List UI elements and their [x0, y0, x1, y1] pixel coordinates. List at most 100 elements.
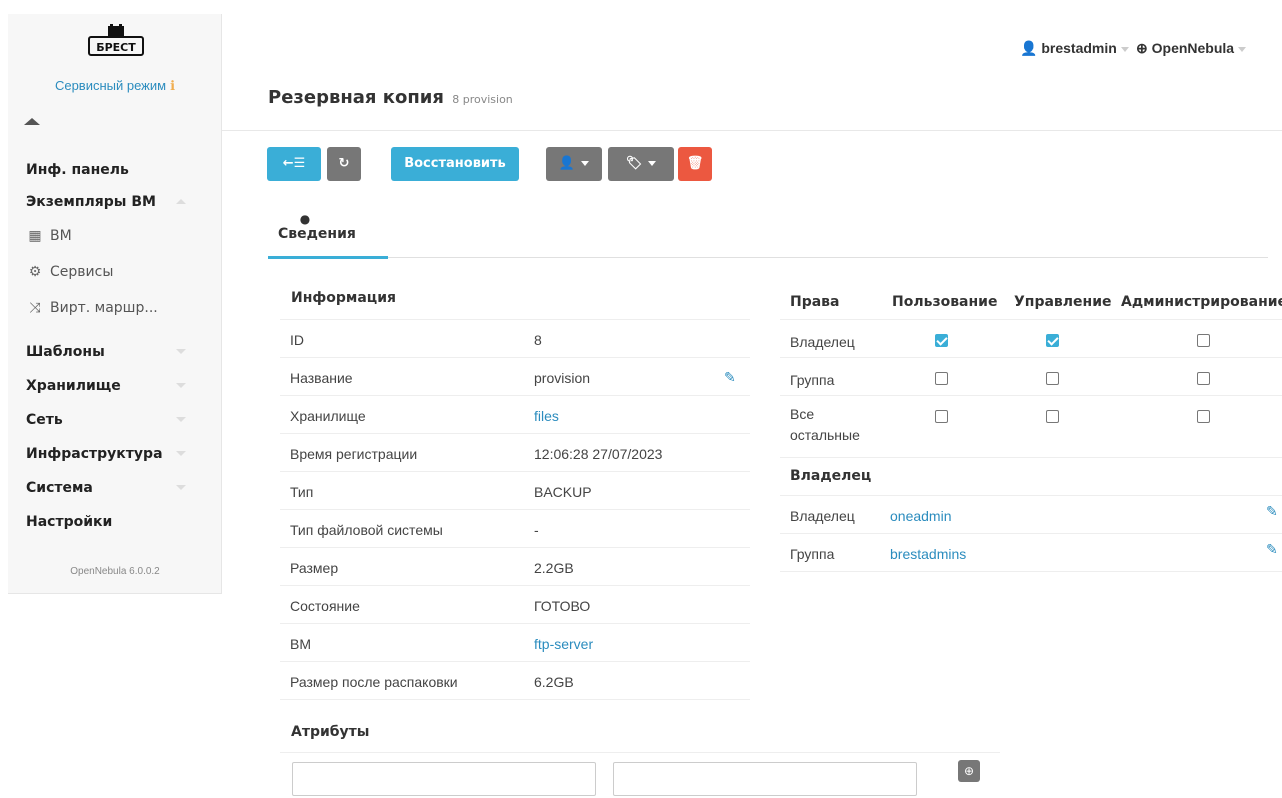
sidebar-item-settings[interactable]: Настройки: [26, 514, 206, 530]
row-key: Тип файловой системы: [290, 522, 443, 538]
delete-button[interactable]: 🗑: [678, 147, 712, 181]
table-row: Время регистрации 12:06:28 27/07/2023: [280, 434, 750, 472]
table-row: ID 8: [280, 320, 750, 358]
row-value: 12:06:28 27/07/2023: [534, 446, 663, 462]
owner-manage-checkbox[interactable]: [1046, 334, 1059, 347]
sidebar-item-system[interactable]: Система: [26, 480, 206, 496]
row-key: Владелец: [790, 508, 855, 524]
chevron-down-icon: [176, 417, 186, 422]
permissions-row-owner: Владелец: [780, 320, 1282, 358]
column-admin: Администрирование: [1121, 294, 1282, 310]
zone-name: OpenNebula: [1151, 40, 1235, 56]
brest-logo-icon: БРЕСТ: [88, 24, 144, 56]
table-row: Тип BACKUP: [280, 472, 750, 510]
chevron-down-icon: [1120, 46, 1129, 52]
random-icon: ⤨: [29, 300, 41, 316]
sidebar-item-label: Настройки: [26, 514, 113, 530]
group-use-checkbox[interactable]: [935, 372, 948, 385]
ownership-header: Владелец: [790, 468, 872, 484]
attribute-value-input[interactable]: [613, 762, 917, 796]
chevron-down-icon: [581, 161, 590, 166]
sidebar-item-label: Шаблоны: [26, 344, 105, 360]
row-value: 2.2GB: [534, 560, 574, 576]
vm-link[interactable]: ftp-server: [534, 636, 593, 652]
sidebar-item-virtual-routers[interactable]: ⤨ Вирт. маршр...: [26, 300, 216, 316]
user-menu[interactable]: 👤 brestadmin: [1020, 40, 1129, 57]
column-manage: Управление: [1014, 294, 1112, 310]
sidebar-item-label: Инф. панель: [26, 162, 129, 178]
sidebar-item-vm-instances[interactable]: Экземпляры ВМ: [26, 194, 206, 210]
chevron-down-icon: [1238, 46, 1247, 52]
restore-label: Восстановить: [404, 156, 506, 171]
row-value: provision: [534, 370, 591, 386]
sidebar-item-dashboard[interactable]: Инф. панель: [26, 162, 206, 178]
sidebar-item-network[interactable]: Сеть: [26, 412, 206, 428]
others-admin-checkbox[interactable]: [1197, 410, 1210, 423]
table-row: Хранилище files: [280, 396, 750, 434]
sidebar-item-vms[interactable]: ▦ ВМ: [26, 228, 216, 244]
row-value: -: [534, 522, 539, 538]
sidebar-item-storage[interactable]: Хранилище: [26, 378, 206, 394]
owner-admin-checkbox[interactable]: [1197, 334, 1210, 347]
row-key: Группа: [790, 546, 835, 562]
table-row: Размер после распаковки 6.2GB: [280, 662, 750, 700]
owner-link[interactable]: oneadmin: [890, 508, 952, 524]
change-owner-button[interactable]: 👤: [546, 147, 602, 181]
group-admin-checkbox[interactable]: [1197, 372, 1210, 385]
collapse-sidebar-icon[interactable]: [24, 118, 40, 125]
sidebar-item-label: Система: [26, 480, 93, 496]
permissions-row-others: Все остальные: [780, 396, 1282, 458]
group-link[interactable]: brestadmins: [890, 546, 966, 562]
attribute-key-input[interactable]: [292, 762, 596, 796]
add-attribute-button[interactable]: ⊕: [958, 760, 980, 782]
version-label: OpenNebula 6.0.0.2: [70, 566, 160, 577]
zone-menu[interactable]: ⊕ OpenNebula: [1136, 40, 1247, 57]
table-row: ВМ ftp-server: [280, 624, 750, 662]
refresh-icon: ↻: [338, 156, 350, 171]
service-mode-label[interactable]: Сервисный режим ℹ: [8, 78, 222, 94]
group-manage-checkbox[interactable]: [1046, 372, 1059, 385]
others-use-checkbox[interactable]: [935, 410, 948, 423]
chevron-down-icon: [176, 485, 186, 490]
datastore-link[interactable]: files: [534, 408, 559, 424]
chevron-down-icon: [648, 161, 657, 166]
info-icon: ℹ: [170, 78, 176, 93]
info-circle-icon: ●: [299, 212, 311, 226]
back-to-list-button[interactable]: ←☰: [267, 147, 321, 181]
row-value: 8: [534, 332, 542, 348]
edit-icon[interactable]: ✎: [724, 370, 738, 386]
sidebar-item-infrastructure[interactable]: Инфраструктура: [26, 446, 206, 462]
row-key: ВМ: [290, 636, 311, 652]
refresh-button[interactable]: ↻: [327, 147, 361, 181]
edit-icon[interactable]: ✎: [1266, 504, 1278, 520]
logo-text: БРЕСТ: [96, 41, 136, 54]
sidebar-item-label: ВМ: [50, 228, 72, 244]
row-key: Размер после распаковки: [290, 674, 458, 690]
globe-icon: ⊕: [1136, 40, 1148, 56]
back-list-icon: ←☰: [282, 156, 306, 171]
plus-circle-icon: ⊕: [963, 764, 975, 778]
sidebar-item-label: Сеть: [26, 412, 63, 428]
tab-info[interactable]: ● Сведения: [268, 210, 388, 258]
table-row: Размер 2.2GB: [280, 548, 750, 586]
owner-use-checkbox[interactable]: [935, 334, 948, 347]
others-manage-checkbox[interactable]: [1046, 410, 1059, 423]
permissions-row-group: Группа: [780, 358, 1282, 396]
page-title: Резервная копия 8 provision: [268, 87, 513, 108]
ownership-row-owner: Владелец oneadmin ✎: [780, 496, 1282, 534]
sidebar-item-services[interactable]: ⚙ Сервисы: [26, 264, 216, 280]
row-key: ID: [290, 332, 304, 348]
row-key: Группа: [790, 372, 835, 388]
chevron-down-icon: [176, 451, 186, 456]
sidebar-item-label: Экземпляры ВМ: [26, 194, 156, 210]
row-value: 6.2GB: [534, 674, 574, 690]
edit-icon[interactable]: ✎: [1266, 542, 1278, 558]
service-mode-text: Сервисный режим: [54, 78, 167, 93]
labels-button[interactable]: 🏷: [608, 147, 674, 181]
ownership-row-group: Группа brestadmins ✎: [780, 534, 1282, 572]
sidebar-item-label: Сервисы: [50, 264, 114, 280]
row-key: Все остальные: [790, 406, 860, 443]
user-icon: 👤: [1020, 40, 1038, 56]
restore-button[interactable]: Восстановить: [391, 147, 519, 181]
sidebar-item-templates[interactable]: Шаблоны: [26, 344, 206, 360]
